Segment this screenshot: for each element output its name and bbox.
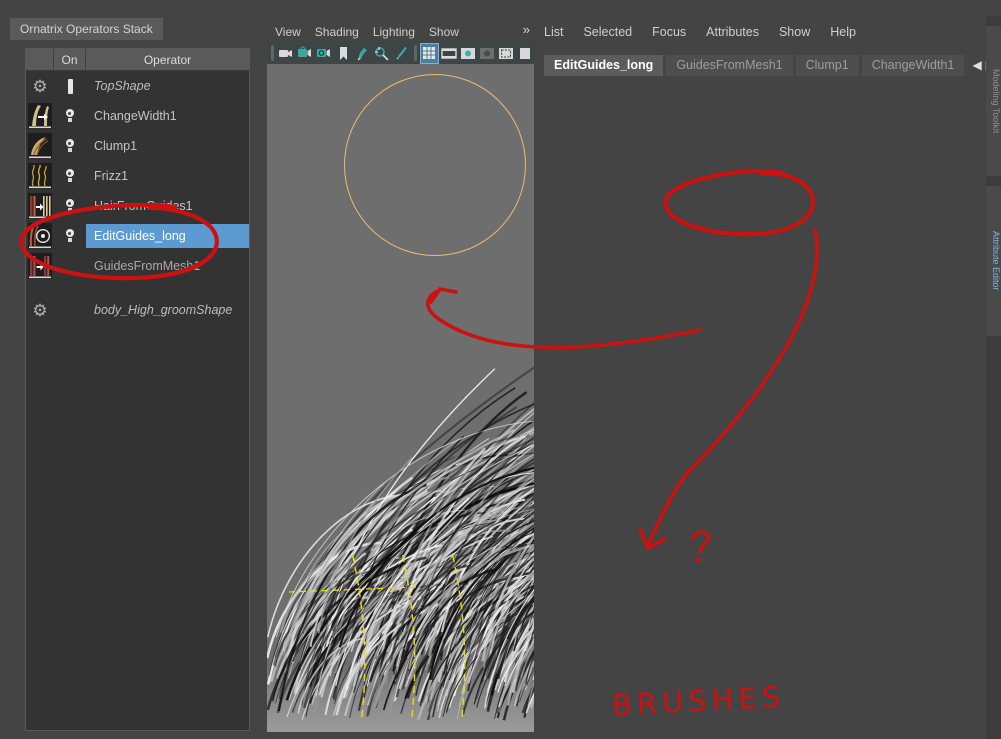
column-header-on[interactable]: On (54, 49, 86, 71)
frizz-icon (26, 161, 54, 191)
operator-row-guidesfrommesh1[interactable]: GuidesFromMesh1 (26, 251, 249, 281)
column-header-operator[interactable]: Operator (86, 49, 249, 71)
viewport-toolbar (267, 42, 534, 64)
operator-label: TopShape (86, 74, 249, 98)
operator-label: GuidesFromMesh1 (86, 254, 249, 278)
right-edge-tabstrip: Modeling Toolkit Attribute Editor (986, 16, 1001, 739)
viewport-menu-view[interactable]: View (275, 25, 301, 39)
operator-label: ChangeWidth1 (86, 104, 249, 128)
resolution-gate-icon[interactable] (459, 44, 476, 63)
attribute-editor-panel: List Selected Focus Attributes Show Help… (536, 0, 1001, 739)
viewport-menu-overflow-icon[interactable]: » (523, 22, 530, 37)
viewport-panel: View Shading Lighting Show » (262, 0, 534, 739)
panel-tabstrip: Ornatrix Operators Stack (10, 18, 163, 40)
menu-show[interactable]: Show (779, 25, 810, 39)
bookmark-icon[interactable] (335, 44, 352, 63)
change-width-icon (26, 101, 54, 131)
operator-toggle[interactable] (54, 71, 86, 101)
attribute-editor-menubar: List Selected Focus Attributes Show Help (544, 22, 856, 42)
gear-icon: ⚙ (26, 295, 54, 325)
paint-effects-icon[interactable] (355, 44, 372, 63)
operator-toggle[interactable] (54, 221, 86, 251)
tab-scroll-left-icon[interactable]: ◀ (973, 58, 982, 72)
menu-help[interactable]: Help (830, 25, 856, 39)
operator-label: body_High_groomShape (86, 298, 249, 322)
operator-label: Clump1 (86, 134, 249, 158)
operators-stack-panel: Ornatrix Operators Stack On Operator ⚙ T… (0, 0, 260, 739)
operator-label: EditGuides_long (86, 224, 249, 248)
operator-stack-list: On Operator ⚙ TopShape (25, 48, 250, 731)
operator-toggle[interactable] (54, 101, 86, 131)
menu-focus[interactable]: Focus (652, 25, 686, 39)
hair-strands-render (267, 64, 534, 732)
menu-selected[interactable]: Selected (583, 25, 632, 39)
vtab-attribute-editor[interactable]: Attribute Editor (986, 186, 1001, 336)
operator-row-body-high-groomshape[interactable]: ⚙ body_High_groomShape (26, 295, 249, 325)
edit-guides-icon (26, 221, 54, 251)
operator-row-frizz1[interactable]: Frizz1 (26, 161, 249, 191)
viewport-menu-show[interactable]: Show (429, 25, 459, 39)
camera-icon[interactable] (278, 44, 295, 63)
tab-changewidth1[interactable]: ChangeWidth1 (862, 55, 964, 76)
operator-row-changewidth1[interactable]: ChangeWidth1 (26, 101, 249, 131)
guides-from-mesh-icon (26, 251, 54, 281)
tab-editguides-long[interactable]: EditGuides_long (544, 55, 663, 76)
column-header-icon (26, 49, 54, 71)
grid-toggle-icon[interactable] (421, 44, 438, 63)
operator-row-editguides-long[interactable]: EditGuides_long (26, 221, 249, 251)
stack-column-headers: On Operator (26, 49, 249, 71)
operator-row-hairfromguides1[interactable]: HairFromGuides1 (26, 191, 249, 221)
gear-icon: ⚙ (26, 71, 54, 101)
viewport-menubar: View Shading Lighting Show (267, 22, 534, 42)
attribute-editor-tabs: EditGuides_long GuidesFromMesh1 Clump1 C… (544, 54, 964, 76)
render-region-icon[interactable] (374, 44, 391, 63)
operator-label: Frizz1 (86, 164, 249, 188)
viewport-menu-lighting[interactable]: Lighting (373, 25, 415, 39)
operator-label: HairFromGuides1 (86, 194, 249, 218)
camera-attributes-icon[interactable] (316, 44, 333, 63)
safe-action-icon[interactable] (517, 44, 534, 63)
hair-from-guides-icon (26, 191, 54, 221)
operator-toggle[interactable] (54, 131, 86, 161)
app-window: Ornatrix Operators Stack On Operator ⚙ T… (0, 0, 1001, 739)
toolbar-separator (414, 45, 417, 61)
menu-list[interactable]: List (544, 25, 563, 39)
viewport-menu-shading[interactable]: Shading (315, 25, 359, 39)
vtab-modeling-toolkit[interactable]: Modeling Toolkit (986, 26, 1001, 176)
operator-toggle[interactable] (54, 191, 86, 221)
tab-ornatrix-operators-stack[interactable]: Ornatrix Operators Stack (10, 18, 163, 40)
viewport-canvas[interactable] (267, 64, 534, 732)
field-chart-icon[interactable] (498, 44, 515, 63)
tab-guidesfrommesh1[interactable]: GuidesFromMesh1 (666, 55, 792, 76)
clump-icon (26, 131, 54, 161)
operator-toggle[interactable] (54, 295, 86, 325)
gate-mask-icon[interactable] (478, 44, 495, 63)
toolbar-separator (271, 45, 274, 61)
operator-toggle[interactable] (54, 251, 86, 281)
grease-pencil-icon[interactable] (393, 44, 410, 63)
menu-attributes[interactable]: Attributes (706, 25, 759, 39)
tab-clump1[interactable]: Clump1 (796, 55, 859, 76)
operator-toggle[interactable] (54, 161, 86, 191)
operator-row-clump1[interactable]: Clump1 (26, 131, 249, 161)
camera-lock-icon[interactable] (297, 44, 314, 63)
operator-row-topshape[interactable]: ⚙ TopShape (26, 71, 249, 101)
film-gate-icon[interactable] (440, 44, 457, 63)
